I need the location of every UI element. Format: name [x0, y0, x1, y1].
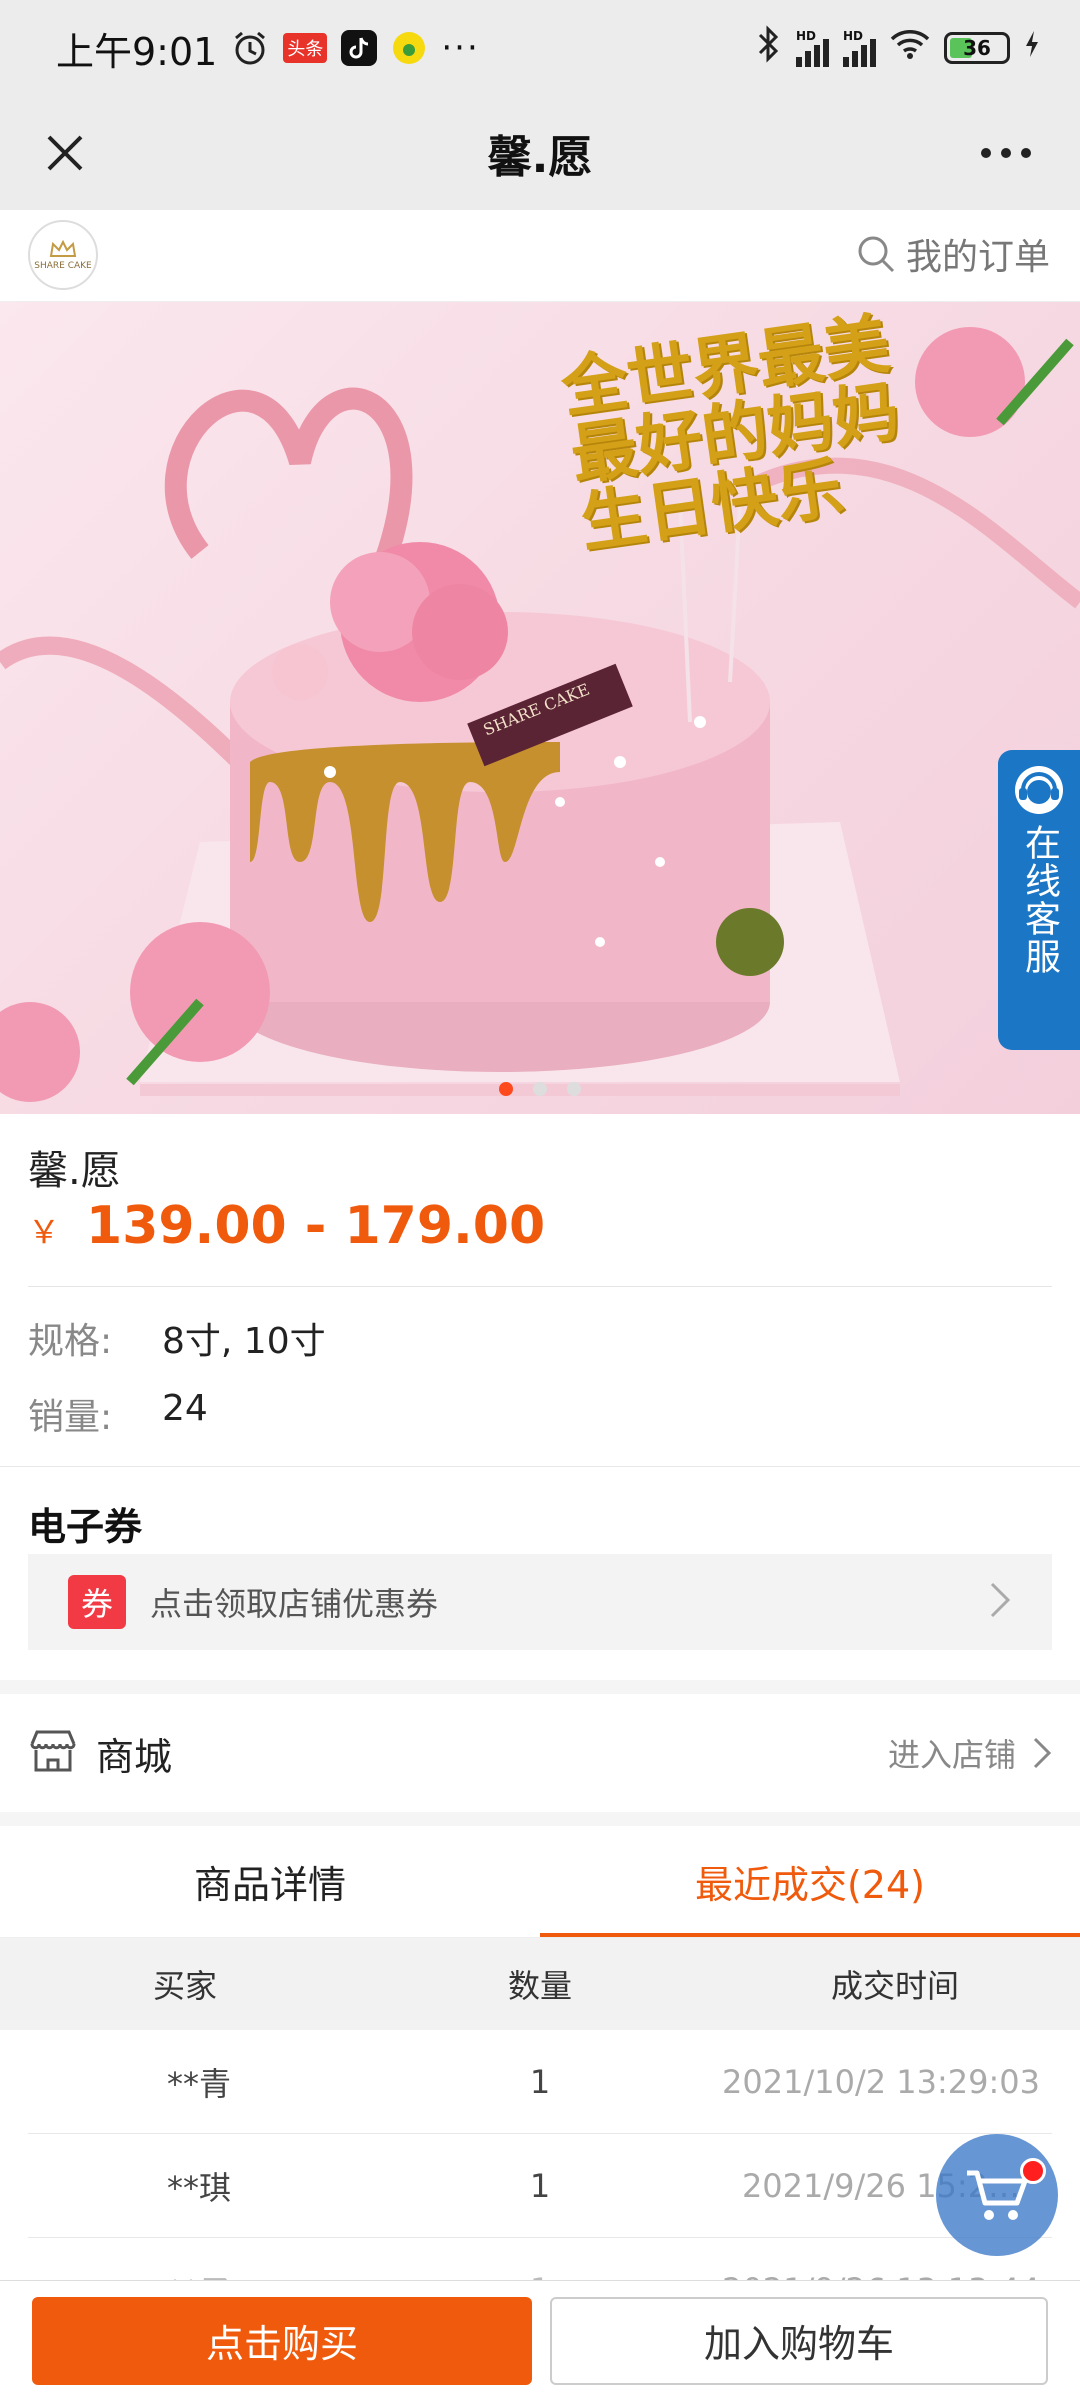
online-service-button[interactable]: 在线客服	[998, 750, 1080, 1050]
coupon-tag: 券	[68, 1575, 126, 1629]
quantity-cell: 1	[529, 2166, 551, 2205]
sales-label: 销量:	[28, 1397, 113, 1438]
section-gap	[0, 1680, 1080, 1694]
spec-row: 规格: 8寸, 10寸	[28, 1312, 326, 1364]
yellow-app-icon	[391, 28, 427, 68]
claim-coupon-button[interactable]: 券 点击领取店铺优惠券	[28, 1554, 1052, 1650]
crown-icon	[49, 239, 77, 258]
charging-icon	[1024, 29, 1040, 67]
price-range: 139.00 - 179.00	[86, 1196, 546, 1256]
carousel-indicator	[0, 1082, 1080, 1096]
store-icon	[28, 1728, 78, 1778]
divider	[28, 1286, 1052, 1287]
tiktok-app-icon	[341, 28, 378, 68]
time-cell: 2021/10/2 13:29:03	[722, 2062, 1040, 2101]
more-options-button[interactable]	[968, 118, 1044, 188]
more-dot	[981, 148, 991, 158]
signal-1-icon: HD	[796, 29, 829, 67]
cart-badge	[1020, 2158, 1046, 2184]
shop-logo[interactable]: SHARE CAKE	[28, 220, 98, 290]
product-price: ￥ 139.00 - 179.00	[28, 1196, 545, 1256]
shop-logo-text: SHARE CAKE	[34, 261, 92, 271]
battery-icon: 36	[944, 32, 1010, 64]
tab-product-details[interactable]: 商品详情	[0, 1826, 540, 1937]
mall-row[interactable]: 商城 进入店铺	[0, 1694, 1080, 1812]
status-bar: 上午9:01 头条 ··· HD HD 36	[0, 0, 1080, 96]
enter-store-label: 进入店铺	[887, 1736, 1016, 1774]
product-image-carousel[interactable]: 全世界最美 最好的妈妈 生日快乐 SHARE CAKE	[0, 302, 1080, 1114]
bluetooth-icon	[756, 25, 782, 71]
tab-recent-transactions[interactable]: 最近成交(24)	[540, 1826, 1080, 1937]
carousel-dot[interactable]	[533, 1082, 547, 1096]
more-dot	[1021, 148, 1031, 158]
chevron-right-icon	[1033, 1737, 1052, 1769]
sales-row: 销量: 24	[28, 1388, 208, 1440]
shop-header: SHARE CAKE 我的订单	[0, 210, 1080, 302]
shopping-cart-icon	[967, 2170, 1028, 2220]
headset-icon	[1015, 766, 1063, 814]
product-name: 馨.愿	[28, 1148, 121, 1194]
close-button[interactable]	[30, 118, 100, 188]
status-time: 上午9:01	[56, 29, 218, 74]
search-icon	[858, 236, 895, 273]
spec-label: 规格:	[28, 1321, 113, 1362]
detail-tabs: 商品详情 最近成交(24)	[0, 1826, 1080, 1938]
coupon-section-title: 电子券	[28, 1505, 143, 1549]
mall-name: 商城	[96, 1734, 173, 1779]
toutiao-app-icon: 头条	[283, 28, 328, 68]
table-row: **琪 1 2021/9/26 15:2…	[28, 2134, 1052, 2238]
buy-now-button[interactable]: 点击购买	[32, 2296, 532, 2385]
more-dot	[1001, 148, 1011, 158]
my-orders-label: 我的订单	[905, 237, 1050, 278]
carousel-dot[interactable]	[499, 1082, 513, 1096]
add-to-cart-button[interactable]: 加入购物车	[550, 2296, 1048, 2385]
more-notifications-icon: ···	[441, 28, 480, 68]
quantity-cell: 1	[529, 2062, 551, 2101]
sales-value: 24	[162, 1388, 208, 1429]
wifi-icon	[890, 27, 930, 69]
divider	[0, 1466, 1080, 1467]
nav-bar: 馨.愿	[0, 96, 1080, 210]
table-row: **青 1 2021/10/2 13:29:03	[28, 2030, 1052, 2134]
page-title: 馨.愿	[487, 132, 593, 183]
table-header: 买家 数量 成交时间	[0, 1938, 1080, 2030]
section-gap	[0, 1812, 1080, 1826]
my-orders-link[interactable]: 我的订单	[856, 228, 1050, 280]
currency-symbol: ￥	[28, 1213, 61, 1251]
close-icon	[47, 135, 83, 171]
product-page: 上午9:01 头条 ··· HD HD 36 馨.愿 SHARE CAKE 我的…	[0, 0, 1080, 2400]
alarm-icon	[231, 28, 269, 68]
enter-store-link[interactable]: 进入店铺	[888, 1730, 1052, 1776]
bottom-action-bar: 点击购买 加入购物车	[0, 2280, 1080, 2400]
buyer-cell: **琪	[166, 2168, 231, 2207]
column-header-quantity: 数量	[507, 1967, 572, 2005]
carousel-dot[interactable]	[567, 1082, 581, 1096]
chevron-right-icon	[988, 1580, 1012, 1624]
coupon-text: 点击领取店铺优惠券	[150, 1585, 439, 1623]
column-header-time: 成交时间	[830, 1967, 959, 2005]
spec-value: 8寸, 10寸	[162, 1321, 326, 1362]
buyer-cell: **青	[166, 2064, 231, 2103]
signal-2-icon: HD	[843, 29, 876, 67]
online-service-label: 在线客服	[1019, 824, 1060, 976]
status-right: HD HD 36	[756, 25, 1040, 71]
column-header-buyer: 买家	[152, 1967, 217, 2005]
floating-cart-button[interactable]	[936, 2134, 1058, 2256]
